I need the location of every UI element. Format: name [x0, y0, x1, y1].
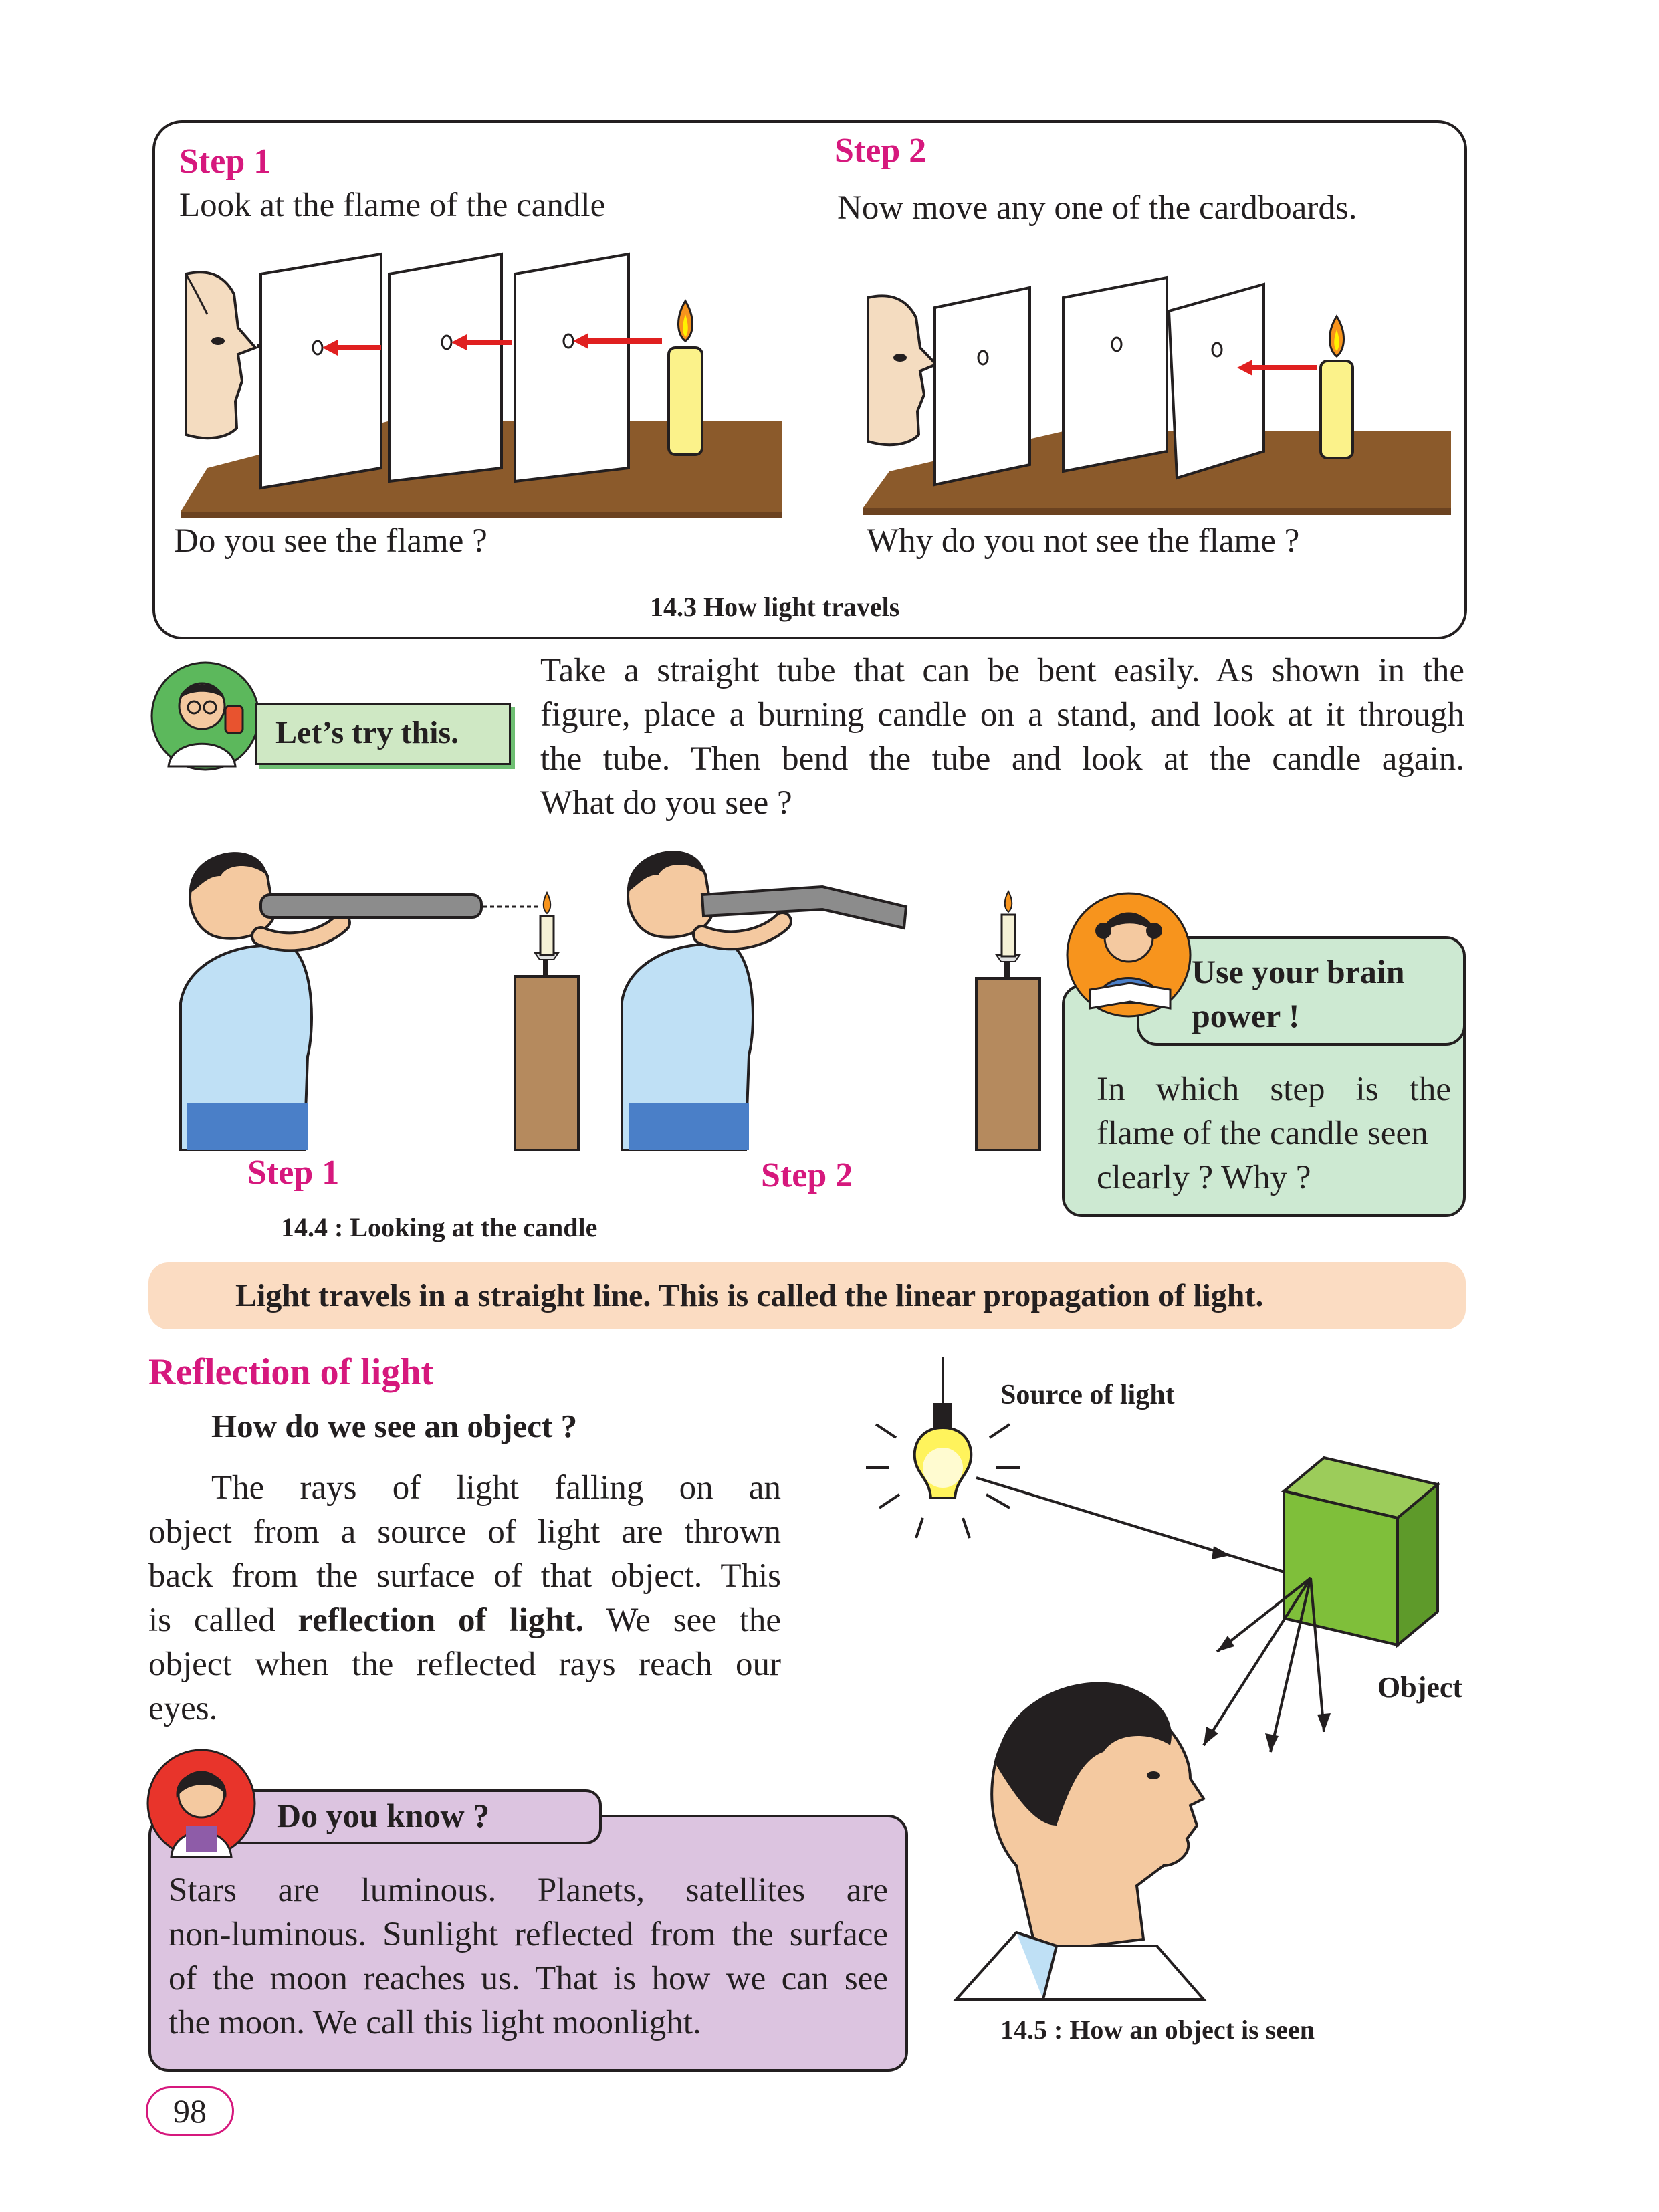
object-seen-illustration — [866, 1357, 1441, 2001]
boy-bent-tube-illustration — [621, 851, 1041, 1151]
do-you-know-title: Do you know ? — [277, 1797, 490, 1834]
lets-try-line-2: figure, place a burning candle on a stan… — [540, 696, 1464, 734]
step1-instruction: Look at the flame of the candle — [179, 187, 606, 224]
reflection-of-light-term: reflection of light. — [298, 1601, 584, 1639]
reflection-para-line-4-a: is called — [148, 1601, 275, 1639]
lets-try-line-1: Take a straight tube that can be bent ea… — [540, 652, 1464, 689]
tube-step2-label: Step 2 — [761, 1156, 853, 1194]
do-you-know-line-2: non-luminous. Sunlight reflected from th… — [169, 1916, 888, 1953]
figure-caption-14-5: 14.5 : How an object is seen — [1000, 2015, 1315, 2045]
reflection-para-line-1: The rays of light falling on an — [211, 1469, 781, 1507]
cardboard-1 — [259, 252, 382, 490]
reflection-para-line-2: object from a source of light are thrown — [148, 1513, 781, 1551]
girl-avatar — [146, 1749, 256, 1858]
step1-title: Step 1 — [179, 142, 271, 181]
tube-step1-label: Step 1 — [247, 1153, 340, 1192]
step2-question: Why do you not see the flame ? — [867, 522, 1300, 560]
brain-power-title-2: power ! — [1192, 997, 1300, 1034]
boy-straight-tube-illustration — [179, 852, 580, 1151]
step1-illustration — [181, 252, 782, 518]
source-of-light-label: Source of light — [1000, 1379, 1175, 1410]
figure-caption-14-4: 14.4 : Looking at the candle — [281, 1212, 598, 1242]
candle — [667, 346, 703, 456]
girl-thinking-avatar — [1066, 892, 1192, 1018]
lets-try-label: Let’s try this. — [275, 715, 459, 750]
reflection-para-line-3: back from the surface of that object. Th… — [148, 1557, 781, 1595]
step1-question: Do you see the flame ? — [174, 522, 487, 560]
brain-power-title-1: Use your brain — [1192, 953, 1405, 990]
lets-try-line-4: What do you see ? — [540, 784, 792, 822]
reflection-para-line-5: object when the reflected rays reach our — [148, 1646, 781, 1683]
reflection-para-line-4-b: We see the — [606, 1601, 781, 1639]
step2-illustration — [863, 275, 1451, 515]
lets-try-line-3: the tube. Then bend the tube and look at… — [540, 740, 1464, 778]
do-you-know-line-1: Stars are luminous. Planets, satellites … — [169, 1872, 888, 1909]
straight-tube — [259, 893, 483, 919]
cardboard-3 — [514, 252, 630, 483]
step2-instruction: Now move any one of the cardboards. — [837, 189, 1357, 227]
section-heading: Reflection of light — [148, 1351, 434, 1393]
figure-caption-14-3: 14.3 How light travels — [650, 592, 900, 622]
brain-power-line-3: clearly ? Why ? — [1097, 1159, 1311, 1196]
brain-power-line-2: flame of the candle seen — [1097, 1115, 1428, 1152]
do-you-know-line-3: of the moon reaches us. That is how we c… — [169, 1960, 888, 1997]
highlight-text: Light travels in a straight line. This i… — [235, 1278, 1264, 1313]
page-number: 98 — [173, 2092, 207, 2130]
cardboard-2 — [388, 252, 503, 483]
do-you-know-line-4: the moon. We call this light moonlight. — [169, 2004, 701, 2041]
object-label: Object — [1377, 1671, 1463, 1704]
face-silhouette — [185, 271, 258, 440]
reflection-para-line-6: eyes. — [148, 1690, 218, 1727]
reflection-para-line-4: is called reflection of light. We see th… — [148, 1598, 781, 1642]
section-subheading: How do we see an object ? — [211, 1408, 578, 1444]
bent-tube — [700, 885, 908, 930]
step2-title: Step 2 — [835, 132, 927, 170]
brain-power-line-1: In which step is the — [1097, 1071, 1451, 1108]
scientist-avatar — [150, 661, 260, 771]
